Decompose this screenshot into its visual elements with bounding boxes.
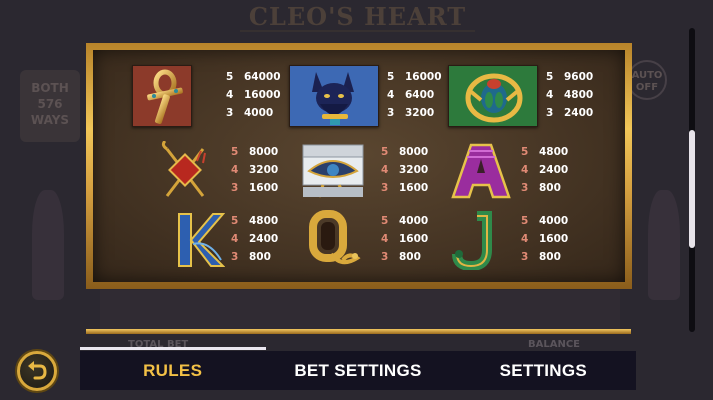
scrollbar-track[interactable] [689,28,695,332]
symbol-count: 4 [381,164,389,176]
game-logo: CLEO'S HEART [240,2,475,32]
background-reels [100,290,620,330]
pay-values: 5 4000 4 1600 3 800 [381,212,428,266]
cat-bastet-symbol-icon [289,65,379,127]
pay-value: 800 [539,251,561,263]
pay-values: 5 4800 4 2400 3 800 [521,143,568,197]
symbol-count: 4 [521,233,529,245]
pay-value: 4800 [249,215,279,227]
background-statue-left [32,190,64,300]
pay-values: 5 8000 4 3200 3 1600 [381,143,428,197]
scrollbar-thumb[interactable] [689,130,695,248]
symbol-count: 4 [381,233,389,245]
letter-k-symbol-icon [171,210,225,270]
pay-value: 3200 [399,164,429,176]
back-arrow-icon [28,361,47,380]
pay-value: 2400 [249,233,279,245]
pay-value: 800 [249,251,271,263]
pay-value: 16000 [405,71,442,83]
symbol-count: 4 [521,164,529,176]
symbol-count: 3 [231,251,239,263]
back-button[interactable] [17,351,57,391]
symbol-count: 3 [231,182,239,194]
symbol-count: 5 [231,146,239,158]
symbol-count: 5 [521,215,529,227]
pay-values: 5 8000 4 3200 3 1600 [231,143,278,197]
scarab-symbol-icon [448,65,538,127]
paytable-panel: 5 64000 4 16000 3 4000 5 16000 4 6400 3 … [86,43,632,289]
pay-value: 4000 [244,107,274,119]
background-statue-right [648,190,680,300]
symbol-count: 3 [521,251,529,263]
pay-value: 64000 [244,71,281,83]
pay-values: 5 16000 4 6400 3 3200 [387,68,442,122]
pay-value: 800 [539,182,561,194]
symbol-count: 3 [521,182,529,194]
pay-value: 9600 [564,71,594,83]
pay-value: 3200 [249,164,279,176]
pay-values: 5 9600 4 4800 3 2400 [546,68,593,122]
pay-value: 8000 [249,146,279,158]
eye-of-horus-symbol-icon [299,141,367,201]
ankh-symbol-icon [132,65,192,127]
symbol-count: 5 [521,146,529,158]
pay-value: 1600 [249,182,279,194]
tab-settings[interactable]: SETTINGS [451,361,636,381]
pay-value: 6400 [405,89,435,101]
crook-flail-symbol-icon [157,141,213,201]
symbol-count: 3 [381,251,389,263]
symbol-count: 4 [546,89,554,101]
pay-value: 4800 [564,89,594,101]
symbol-count: 5 [546,71,554,83]
bottom-tab-bar: RULES BET SETTINGS SETTINGS [80,347,636,390]
symbol-count: 4 [226,89,234,101]
symbol-count: 4 [231,164,239,176]
letter-j-symbol-icon [447,210,501,270]
active-tab-indicator [80,347,266,350]
pay-value: 2400 [564,107,594,119]
paytable-board: 5 64000 4 16000 3 4000 5 16000 4 6400 3 … [93,50,625,282]
symbol-count: 4 [231,233,239,245]
pay-value: 1600 [399,182,429,194]
tab-rules[interactable]: RULES [80,361,265,381]
symbol-count: 3 [387,107,395,119]
pay-values: 5 4800 4 2400 3 800 [231,212,278,266]
symbol-count: 3 [546,107,554,119]
pay-values: 5 64000 4 16000 3 4000 [226,68,281,122]
pay-value: 4000 [399,215,429,227]
letter-a-symbol-icon [451,141,511,201]
pay-value: 2400 [539,164,569,176]
symbol-count: 5 [381,146,389,158]
symbol-count: 3 [381,182,389,194]
pay-value: 8000 [399,146,429,158]
symbol-count: 5 [387,71,395,83]
pay-value: 800 [399,251,421,263]
pay-value: 16000 [244,89,281,101]
ways-badge: BOTH 576 WAYS [20,70,80,142]
symbol-count: 5 [381,215,389,227]
symbol-count: 4 [387,89,395,101]
balance-label: BALANCE [528,339,581,350]
pay-value: 1600 [539,233,569,245]
tab-bet-settings[interactable]: BET SETTINGS [265,361,450,381]
pay-value: 4000 [539,215,569,227]
pay-value: 4800 [539,146,569,158]
pay-value: 3200 [405,107,435,119]
symbol-count: 5 [226,71,234,83]
letter-q-symbol-icon [307,210,361,270]
auto-spin-button: AUTO OFF [627,60,667,100]
pay-values: 5 4000 4 1600 3 800 [521,212,568,266]
gold-divider [86,329,631,334]
pay-value: 1600 [399,233,429,245]
symbol-count: 3 [226,107,234,119]
symbol-count: 5 [231,215,239,227]
